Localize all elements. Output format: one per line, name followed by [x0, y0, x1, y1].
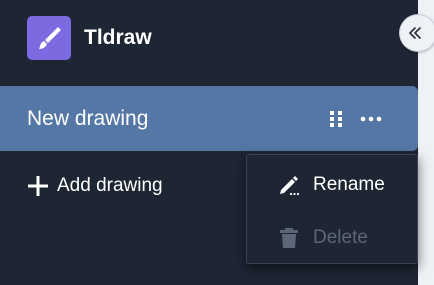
menu-item-label: Delete — [313, 227, 368, 248]
menu-item-label: Rename — [313, 174, 385, 195]
app-title: Tldraw — [84, 26, 152, 49]
app-logo — [27, 16, 71, 60]
add-drawing-label: Add drawing — [57, 175, 163, 196]
pencil-icon — [280, 176, 300, 196]
menu-item-rename[interactable]: Rename — [247, 165, 417, 205]
menu-item-delete: Delete — [247, 218, 417, 258]
add-drawing-button[interactable]: Add drawing — [27, 172, 163, 200]
plus-icon — [28, 176, 48, 196]
paintbrush-icon — [39, 27, 61, 49]
more-options-icon[interactable] — [360, 112, 382, 126]
context-menu: Rename Delete — [246, 154, 418, 264]
drawing-item-new-drawing[interactable]: New drawing — [0, 86, 418, 151]
drag-handle-icon[interactable] — [329, 110, 343, 128]
trash-icon — [280, 228, 298, 248]
collapse-sidebar-button[interactable] — [400, 15, 434, 51]
app-header: Tldraw — [27, 16, 152, 60]
double-chevron-left-icon — [409, 27, 421, 39]
drawing-label: New drawing — [27, 106, 149, 130]
